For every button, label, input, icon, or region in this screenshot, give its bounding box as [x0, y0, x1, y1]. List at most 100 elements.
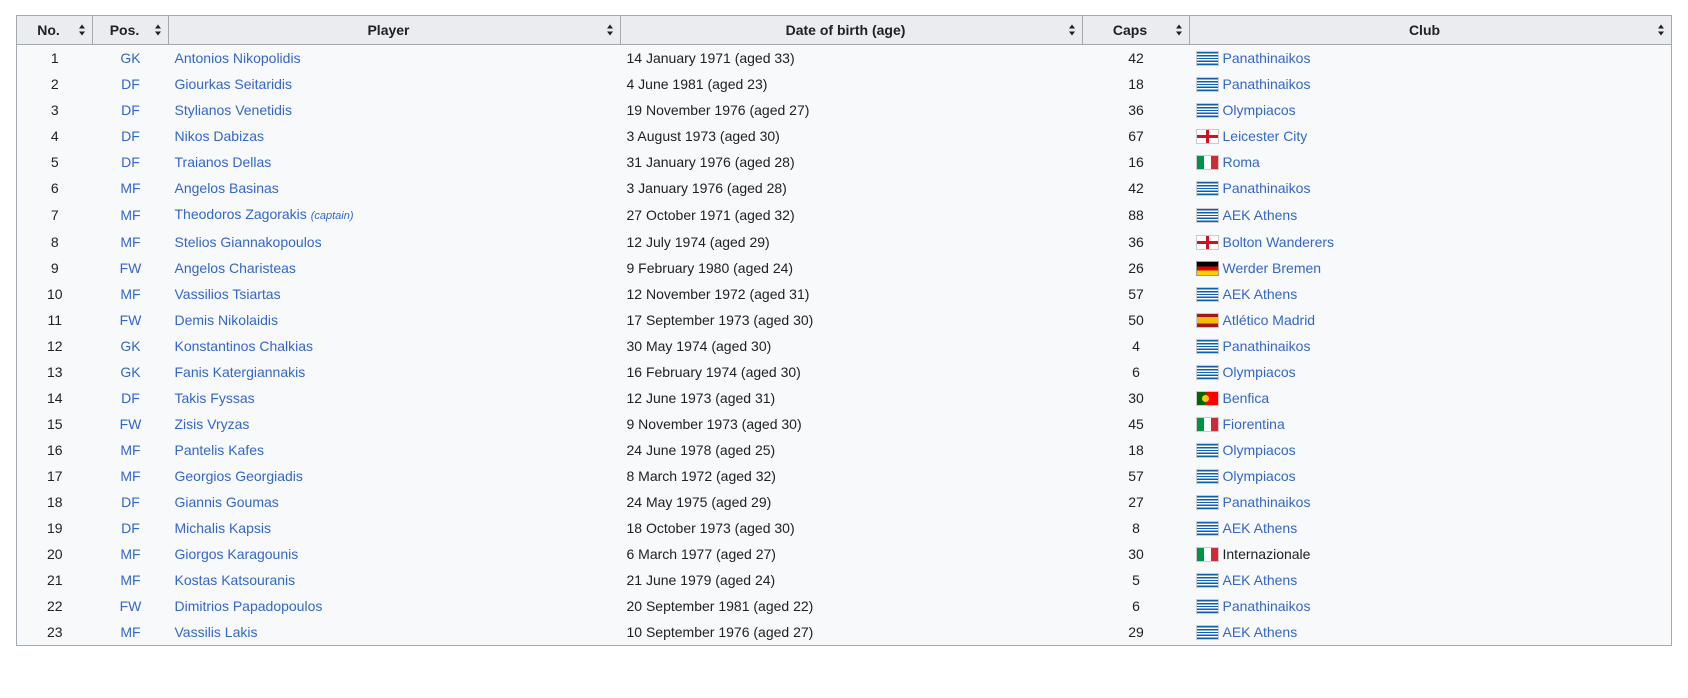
player-position[interactable]: DF — [93, 385, 169, 411]
italy-flag[interactable] — [1195, 547, 1219, 562]
player-name-link[interactable]: Kostas Katsouranis — [175, 572, 296, 588]
player-name-link[interactable]: Angelos Charisteas — [175, 260, 296, 276]
club-link[interactable]: Olympiacos — [1223, 468, 1296, 484]
player-name-link[interactable]: Pantelis Kafes — [175, 442, 265, 458]
club-link[interactable]: Werder Bremen — [1223, 260, 1322, 276]
portugal-flag[interactable] — [1195, 391, 1219, 406]
player-position[interactable]: MF — [93, 619, 169, 646]
player-position[interactable]: GK — [93, 359, 169, 385]
greece-flag[interactable] — [1195, 208, 1219, 223]
greece-flag[interactable] — [1195, 625, 1219, 640]
sort-icon[interactable] — [1658, 24, 1665, 36]
greece-flag[interactable] — [1195, 599, 1219, 614]
greece-flag[interactable] — [1195, 77, 1219, 92]
player-name-link[interactable]: Vassilios Tsiartas — [175, 286, 281, 302]
player-position[interactable]: GK — [93, 333, 169, 359]
club-link[interactable]: AEK Athens — [1223, 572, 1298, 588]
sort-icon[interactable] — [79, 24, 86, 36]
greece-flag[interactable] — [1195, 181, 1219, 196]
club-link[interactable]: Panathinaikos — [1223, 338, 1311, 354]
club-link[interactable]: Leicester City — [1223, 128, 1308, 144]
player-name-link[interactable]: Michalis Kapsis — [175, 520, 271, 536]
player-position[interactable]: GK — [93, 45, 169, 72]
player-position[interactable]: DF — [93, 97, 169, 123]
sort-icon[interactable] — [155, 24, 162, 36]
player-position[interactable]: DF — [93, 149, 169, 175]
column-header-dob[interactable]: Date of birth (age) — [620, 15, 1083, 45]
player-name-link[interactable]: Zisis Vryzas — [175, 416, 250, 432]
player-name-link[interactable]: Georgios Georgiadis — [175, 468, 303, 484]
player-name-link[interactable]: Stelios Giannakopoulos — [175, 234, 322, 250]
column-header-club[interactable]: Club — [1189, 15, 1672, 45]
column-header-player[interactable]: Player — [168, 15, 621, 45]
player-position[interactable]: FW — [93, 593, 169, 619]
player-name-link[interactable]: Demis Nikolaidis — [175, 312, 278, 328]
player-position[interactable]: DF — [93, 123, 169, 149]
club-link[interactable]: AEK Athens — [1223, 520, 1298, 536]
player-name-link[interactable]: Stylianos Venetidis — [175, 102, 293, 118]
club-link[interactable]: AEK Athens — [1223, 286, 1298, 302]
player-position[interactable]: MF — [93, 201, 169, 229]
player-name-link[interactable]: Antonios Nikopolidis — [175, 50, 301, 66]
player-position[interactable]: FW — [93, 307, 169, 333]
italy-flag[interactable] — [1195, 155, 1219, 170]
club-link[interactable]: Olympiacos — [1223, 364, 1296, 380]
club-link[interactable]: AEK Athens — [1223, 624, 1298, 640]
greece-flag[interactable] — [1195, 495, 1219, 510]
player-name-link[interactable]: Giourkas Seitaridis — [175, 76, 293, 92]
player-name-link[interactable]: Dimitrios Papadopoulos — [175, 598, 323, 614]
player-name-link[interactable]: Giorgos Karagounis — [175, 546, 299, 562]
greece-flag[interactable] — [1195, 443, 1219, 458]
club-link[interactable]: Bolton Wanderers — [1223, 234, 1335, 250]
player-name-link[interactable]: Theodoros Zagorakis — [175, 206, 307, 222]
germany-flag[interactable] — [1195, 261, 1219, 276]
greece-flag[interactable] — [1195, 469, 1219, 484]
club-link[interactable]: Internazionale — [1223, 546, 1311, 562]
club-link[interactable]: Panathinaikos — [1223, 76, 1311, 92]
player-position[interactable]: MF — [93, 229, 169, 255]
club-link[interactable]: Benfica — [1223, 390, 1270, 406]
greece-flag[interactable] — [1195, 365, 1219, 380]
greece-flag[interactable] — [1195, 573, 1219, 588]
player-name-link[interactable]: Giannis Goumas — [175, 494, 279, 510]
england-flag[interactable] — [1195, 235, 1219, 250]
column-header-caps[interactable]: Caps — [1082, 15, 1190, 45]
player-position[interactable]: MF — [93, 541, 169, 567]
player-position[interactable]: MF — [93, 175, 169, 201]
player-name-link[interactable]: Fanis Katergiannakis — [175, 364, 306, 380]
greece-flag[interactable] — [1195, 339, 1219, 354]
player-position[interactable]: DF — [93, 71, 169, 97]
player-name-link[interactable]: Angelos Basinas — [175, 180, 279, 196]
sort-icon[interactable] — [1069, 24, 1076, 36]
club-link[interactable]: Panathinaikos — [1223, 598, 1311, 614]
column-header-no[interactable]: No. — [16, 15, 93, 45]
player-position[interactable]: FW — [93, 255, 169, 281]
player-position[interactable]: MF — [93, 463, 169, 489]
italy-flag[interactable] — [1195, 417, 1219, 432]
player-position[interactable]: MF — [93, 567, 169, 593]
spain-flag[interactable] — [1195, 313, 1219, 328]
club-link[interactable]: Olympiacos — [1223, 442, 1296, 458]
player-name-link[interactable]: Konstantinos Chalkias — [175, 338, 314, 354]
england-flag[interactable] — [1195, 129, 1219, 144]
club-link[interactable]: Panathinaikos — [1223, 50, 1311, 66]
greece-flag[interactable] — [1195, 521, 1219, 536]
player-position[interactable]: FW — [93, 411, 169, 437]
greece-flag[interactable] — [1195, 51, 1219, 66]
player-name-link[interactable]: Traianos Dellas — [175, 154, 272, 170]
club-link[interactable]: AEK Athens — [1223, 207, 1298, 223]
player-position[interactable]: MF — [93, 437, 169, 463]
club-link[interactable]: Panathinaikos — [1223, 180, 1311, 196]
club-link[interactable]: Panathinaikos — [1223, 494, 1311, 510]
club-link[interactable]: Atlético Madrid — [1223, 312, 1316, 328]
player-position[interactable]: DF — [93, 515, 169, 541]
sort-icon[interactable] — [1176, 24, 1183, 36]
greece-flag[interactable] — [1195, 103, 1219, 118]
column-header-pos[interactable]: Pos. — [92, 15, 169, 45]
club-link[interactable]: Fiorentina — [1223, 416, 1285, 432]
club-link[interactable]: Roma — [1223, 154, 1260, 170]
player-position[interactable]: MF — [93, 281, 169, 307]
sort-icon[interactable] — [607, 24, 614, 36]
player-name-link[interactable]: Takis Fyssas — [175, 390, 255, 406]
club-link[interactable]: Olympiacos — [1223, 102, 1296, 118]
